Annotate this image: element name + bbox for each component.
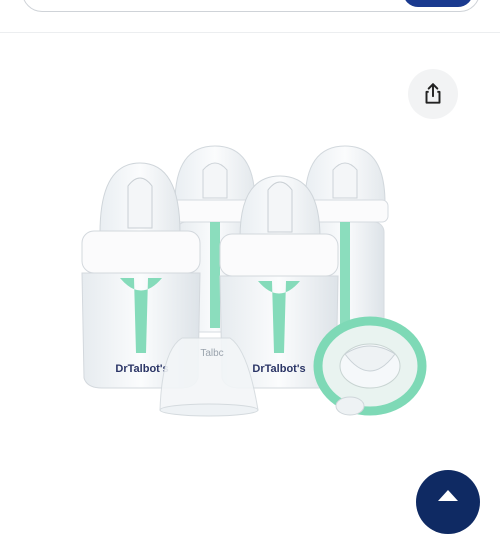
product-image: DrTalbot's DrTalbot's Talbc	[70, 138, 430, 428]
bottle-brand-label: DrTalbot's	[252, 363, 305, 375]
header-divider	[0, 32, 500, 33]
nipple-cover-label: Talbc	[200, 348, 223, 359]
share-icon	[425, 83, 441, 104]
search-submit-button[interactable]	[403, 0, 473, 7]
scroll-to-top-button[interactable]	[416, 470, 480, 534]
bottle-brand-label: DrTalbot's	[115, 363, 168, 375]
share-button[interactable]	[408, 69, 458, 119]
pacifier	[313, 316, 427, 416]
chevron-up-icon	[438, 490, 458, 501]
search-bar[interactable]	[22, 0, 480, 12]
